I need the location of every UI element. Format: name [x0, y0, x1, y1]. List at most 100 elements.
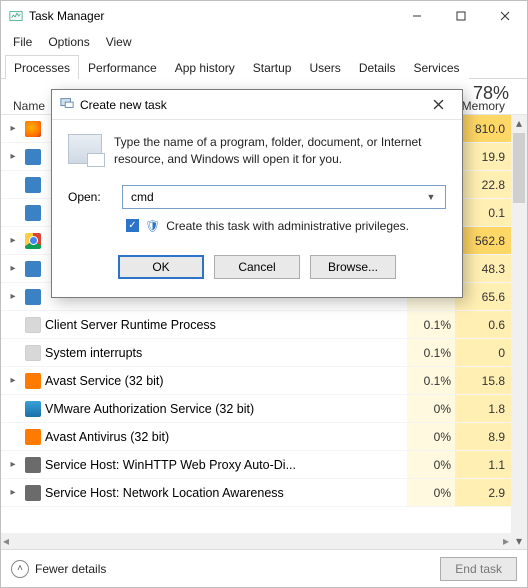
- window-title: Task Manager: [29, 9, 104, 23]
- process-icon: [25, 345, 41, 361]
- avast-icon: [25, 373, 41, 389]
- horizontal-scrollbar[interactable]: ◂▸: [1, 533, 511, 549]
- tab-startup[interactable]: Startup: [244, 55, 301, 79]
- avast-icon: [25, 429, 41, 445]
- process-name: Client Server Runtime Process: [45, 318, 407, 332]
- column-header-name[interactable]: Name: [13, 99, 45, 113]
- process-memory: 1.1: [455, 451, 511, 478]
- dialog-description: Type the name of a program, folder, docu…: [114, 134, 446, 169]
- process-memory: 0.6: [455, 311, 511, 338]
- menu-options[interactable]: Options: [40, 33, 97, 51]
- process-row[interactable]: ▸ Service Host: Network Location Awarene…: [1, 479, 527, 507]
- process-memory: 22.8: [455, 171, 511, 198]
- expand-icon[interactable]: ▸: [5, 235, 21, 246]
- cancel-button[interactable]: Cancel: [214, 255, 300, 279]
- ok-button[interactable]: OK: [118, 255, 204, 279]
- window-close-button[interactable]: [483, 1, 527, 31]
- process-name: Avast Antivirus (32 bit): [45, 430, 407, 444]
- shield-icon: 🛡: [145, 219, 160, 233]
- expand-icon[interactable]: ▸: [5, 487, 21, 498]
- fewer-details-label: Fewer details: [35, 562, 106, 576]
- admin-checkbox-label: Create this task with administrative pri…: [166, 219, 409, 233]
- process-row[interactable]: Avast Antivirus (32 bit) 0% 8.9: [1, 423, 527, 451]
- chevron-down-icon[interactable]: ▼: [423, 192, 439, 202]
- process-memory: 2.9: [455, 479, 511, 506]
- process-name: Service Host: Network Location Awareness: [45, 486, 407, 500]
- run-dialog-icon: [60, 96, 74, 113]
- run-program-icon: [68, 134, 102, 164]
- scroll-up-icon[interactable]: ▴: [511, 115, 527, 131]
- dialog-close-button[interactable]: [422, 93, 454, 117]
- process-name: Avast Service (32 bit): [45, 374, 407, 388]
- app-icon: [25, 261, 41, 277]
- expand-icon[interactable]: ▸: [5, 291, 21, 302]
- scroll-thumb[interactable]: [513, 133, 525, 203]
- process-memory: 0.1: [455, 199, 511, 226]
- process-cpu: 0.1%: [407, 311, 455, 338]
- open-combobox[interactable]: ▼: [122, 185, 446, 209]
- tab-processes[interactable]: Processes: [5, 55, 79, 79]
- app-icon: [25, 177, 41, 193]
- open-input[interactable]: [129, 189, 423, 205]
- process-cpu: 0.1%: [407, 339, 455, 366]
- end-task-button[interactable]: End task: [440, 557, 517, 581]
- process-memory: 19.9: [455, 143, 511, 170]
- chevron-up-icon: ˄: [11, 560, 29, 578]
- service-host-icon: [25, 485, 41, 501]
- expand-icon[interactable]: ▸: [5, 375, 21, 386]
- tab-app-history[interactable]: App history: [166, 55, 244, 79]
- app-icon: [25, 149, 41, 165]
- process-row[interactable]: ▸ Service Host: WinHTTP Web Proxy Auto-D…: [1, 451, 527, 479]
- process-cpu: 0%: [407, 451, 455, 478]
- process-cpu: 0%: [407, 395, 455, 422]
- footer: ˄ Fewer details End task: [1, 549, 527, 587]
- chrome-icon: [25, 233, 41, 249]
- open-label: Open:: [68, 190, 112, 204]
- scroll-down-icon[interactable]: ▾: [511, 533, 527, 549]
- window-titlebar: Task Manager: [1, 1, 527, 31]
- process-icon: [25, 317, 41, 333]
- process-row[interactable]: Client Server Runtime Process 0.1% 0.6: [1, 311, 527, 339]
- menubar: File Options View: [1, 31, 527, 53]
- process-memory: 1.8: [455, 395, 511, 422]
- dialog-title: Create new task: [80, 98, 167, 112]
- menu-file[interactable]: File: [5, 33, 40, 51]
- app-icon: [25, 205, 41, 221]
- tab-performance[interactable]: Performance: [79, 55, 166, 79]
- menu-view[interactable]: View: [98, 33, 140, 51]
- app-icon: [25, 289, 41, 305]
- tabbar: Processes Performance App history Startu…: [1, 53, 527, 79]
- process-memory: 562.8: [455, 227, 511, 254]
- tab-users[interactable]: Users: [300, 55, 349, 79]
- task-manager-icon: [9, 9, 23, 23]
- process-memory: 0: [455, 339, 511, 366]
- tab-details[interactable]: Details: [350, 55, 405, 79]
- vertical-scrollbar[interactable]: ▴ ▾: [511, 115, 527, 549]
- process-name: VMware Authorization Service (32 bit): [45, 402, 407, 416]
- window-maximize-button[interactable]: [439, 1, 483, 31]
- process-memory: 8.9: [455, 423, 511, 450]
- vmware-icon: [25, 401, 41, 417]
- window-minimize-button[interactable]: [395, 1, 439, 31]
- process-name: System interrupts: [45, 346, 407, 360]
- expand-icon[interactable]: ▸: [5, 151, 21, 162]
- process-row[interactable]: VMware Authorization Service (32 bit) 0%…: [1, 395, 527, 423]
- process-row[interactable]: ▸ Avast Service (32 bit) 0.1% 15.8: [1, 367, 527, 395]
- dialog-titlebar: Create new task: [52, 90, 462, 120]
- browse-button[interactable]: Browse...: [310, 255, 396, 279]
- process-cpu: 0.1%: [407, 367, 455, 394]
- column-header-memory[interactable]: Memory: [462, 99, 505, 113]
- process-memory: 15.8: [455, 367, 511, 394]
- process-row[interactable]: System interrupts 0.1% 0: [1, 339, 527, 367]
- fewer-details-button[interactable]: ˄ Fewer details: [11, 560, 106, 578]
- process-name: Service Host: WinHTTP Web Proxy Auto-Di.…: [45, 458, 407, 472]
- expand-icon[interactable]: ▸: [5, 263, 21, 274]
- process-memory: 810.0: [455, 115, 511, 142]
- tab-services[interactable]: Services: [405, 55, 469, 79]
- process-memory: 65.6: [455, 283, 511, 310]
- process-memory: 48.3: [455, 255, 511, 282]
- expand-icon[interactable]: ▸: [5, 123, 21, 134]
- process-cpu: 0%: [407, 423, 455, 450]
- admin-checkbox[interactable]: ✓: [126, 219, 139, 232]
- expand-icon[interactable]: ▸: [5, 459, 21, 470]
